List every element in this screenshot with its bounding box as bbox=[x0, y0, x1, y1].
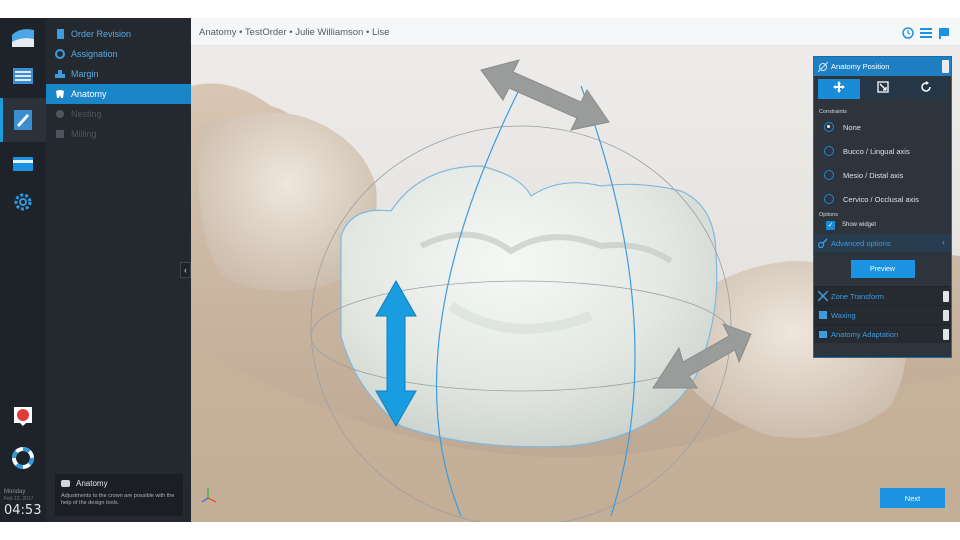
constraint-option-mesio-distal[interactable]: Mesio / Distal axis bbox=[814, 163, 951, 187]
advanced-options-toggle[interactable]: Advanced options ‹ bbox=[814, 234, 951, 252]
help-card-description: Adjustments to the crown are possible wi… bbox=[61, 493, 175, 506]
adaptation-icon bbox=[818, 329, 828, 339]
advanced-options-label: Advanced options bbox=[831, 238, 891, 248]
expand-caret-icon[interactable] bbox=[943, 310, 949, 321]
section-label: Waxing bbox=[831, 310, 856, 320]
move-icon bbox=[832, 80, 845, 98]
nav-item-label: Nesting bbox=[71, 109, 102, 119]
next-button[interactable]: Next bbox=[880, 488, 945, 508]
rotate-mode-button[interactable] bbox=[905, 79, 948, 99]
document-icon bbox=[55, 29, 65, 39]
nav-item-anatomy[interactable]: Anatomy bbox=[46, 84, 191, 104]
constraint-option-cervico-occlusal[interactable]: Cervico / Occlusal axis bbox=[814, 187, 951, 211]
transform-mode-group bbox=[818, 79, 948, 99]
chevron-left-icon: ‹ bbox=[184, 265, 187, 275]
nesting-icon bbox=[55, 109, 65, 119]
nav-item-label: Assignation bbox=[71, 49, 118, 59]
section-label: Anatomy Adaptation bbox=[831, 329, 899, 339]
waxing-icon bbox=[818, 310, 828, 320]
move-mode-button[interactable] bbox=[818, 79, 860, 99]
header-bar: Anatomy • TestOrder • Julie Williamson •… bbox=[191, 18, 960, 46]
rotate-icon bbox=[920, 80, 932, 98]
logo-icon bbox=[0, 20, 46, 56]
expand-caret-icon[interactable] bbox=[943, 329, 949, 340]
constraint-option-bucco-lingual[interactable]: Bucco / Lingual axis bbox=[814, 139, 951, 163]
show-widget-label: Show widget bbox=[842, 222, 877, 228]
nav-item-label: Milling bbox=[71, 129, 97, 139]
nav-item-nesting: Nesting bbox=[46, 104, 191, 124]
zone-transform-icon bbox=[817, 290, 829, 302]
gauge-icon bbox=[55, 49, 65, 59]
nav-item-assignation[interactable]: Assignation bbox=[46, 44, 191, 64]
panel-header[interactable]: Anatomy Position bbox=[814, 57, 951, 76]
panel-title: Anatomy Position bbox=[831, 62, 890, 71]
checkbox-checked-icon[interactable]: ✓ bbox=[826, 220, 835, 230]
nav-item-milling: Milling bbox=[46, 124, 191, 144]
radio-selected[interactable] bbox=[824, 122, 834, 132]
notification-badge-icon[interactable] bbox=[0, 398, 46, 434]
constraint-label: Cervico / Occlusal axis bbox=[843, 194, 919, 204]
case-list-icon[interactable] bbox=[0, 58, 46, 94]
design-icon[interactable] bbox=[0, 102, 46, 138]
clock-time: 04:53 bbox=[4, 503, 42, 518]
scale-mode-button[interactable] bbox=[861, 79, 904, 99]
section-zone-transform[interactable]: Zone Transform bbox=[814, 286, 951, 305]
expand-caret-icon[interactable] bbox=[943, 291, 949, 302]
margin-icon bbox=[55, 69, 65, 79]
workflow-nav: Order Revision Assignation Margin Anatom… bbox=[46, 18, 191, 522]
tooth-icon bbox=[55, 89, 65, 99]
wrench-icon bbox=[817, 238, 828, 249]
flag-icon[interactable] bbox=[938, 26, 950, 44]
help-card-title: Anatomy bbox=[76, 479, 108, 488]
icon-rail: Monday Feb 13, 2017 04:53 bbox=[0, 18, 46, 522]
breadcrumb: Anatomy • TestOrder • Julie Williamson •… bbox=[199, 27, 390, 38]
position-icon bbox=[817, 61, 829, 72]
section-waxing[interactable]: Waxing bbox=[814, 305, 951, 324]
constraint-label: Mesio / Distal axis bbox=[843, 170, 904, 180]
clock-date: Feb 13, 2017 bbox=[4, 496, 34, 502]
radio[interactable] bbox=[824, 194, 834, 204]
milling-icon bbox=[55, 129, 65, 139]
clock: Monday Feb 13, 2017 04:53 bbox=[4, 488, 41, 518]
nav-item-label: Anatomy bbox=[71, 89, 107, 99]
history-icon[interactable] bbox=[902, 26, 914, 44]
clock-day: Monday bbox=[4, 489, 26, 495]
panel-menu-caret-icon[interactable] bbox=[942, 60, 949, 73]
radio[interactable] bbox=[824, 146, 834, 156]
section-anatomy-adaptation[interactable]: Anatomy Adaptation bbox=[814, 324, 951, 343]
chevron-left-icon: ‹ bbox=[942, 237, 945, 247]
list-settings-icon[interactable] bbox=[920, 26, 932, 44]
constraint-label: Bucco / Lingual axis bbox=[843, 146, 910, 156]
collapse-sidebar-button[interactable]: ‹ bbox=[180, 262, 191, 278]
card-icon[interactable] bbox=[0, 146, 46, 182]
settings-gear-icon[interactable] bbox=[0, 184, 46, 220]
nav-item-order-revision[interactable]: Order Revision bbox=[46, 24, 191, 44]
help-lifebuoy-icon[interactable] bbox=[0, 440, 46, 476]
nav-item-label: Margin bbox=[71, 69, 99, 79]
radio[interactable] bbox=[824, 170, 834, 180]
step-help-card: Anatomy Adjustments to the crown are pos… bbox=[55, 474, 183, 516]
tooth-icon bbox=[61, 480, 70, 487]
show-widget-checkbox-row[interactable]: ✓ Show widget bbox=[814, 218, 951, 232]
constraint-option-none[interactable]: None bbox=[814, 115, 951, 139]
constraint-label: None bbox=[843, 122, 861, 132]
anatomy-position-panel: Anatomy Position Constraints None Bucco … bbox=[813, 56, 952, 358]
section-label: Zone Transform bbox=[831, 291, 884, 301]
preview-button[interactable]: Preview bbox=[850, 260, 915, 278]
scale-icon bbox=[876, 80, 889, 98]
nav-item-label: Order Revision bbox=[71, 29, 132, 39]
nav-item-margin[interactable]: Margin bbox=[46, 64, 191, 84]
